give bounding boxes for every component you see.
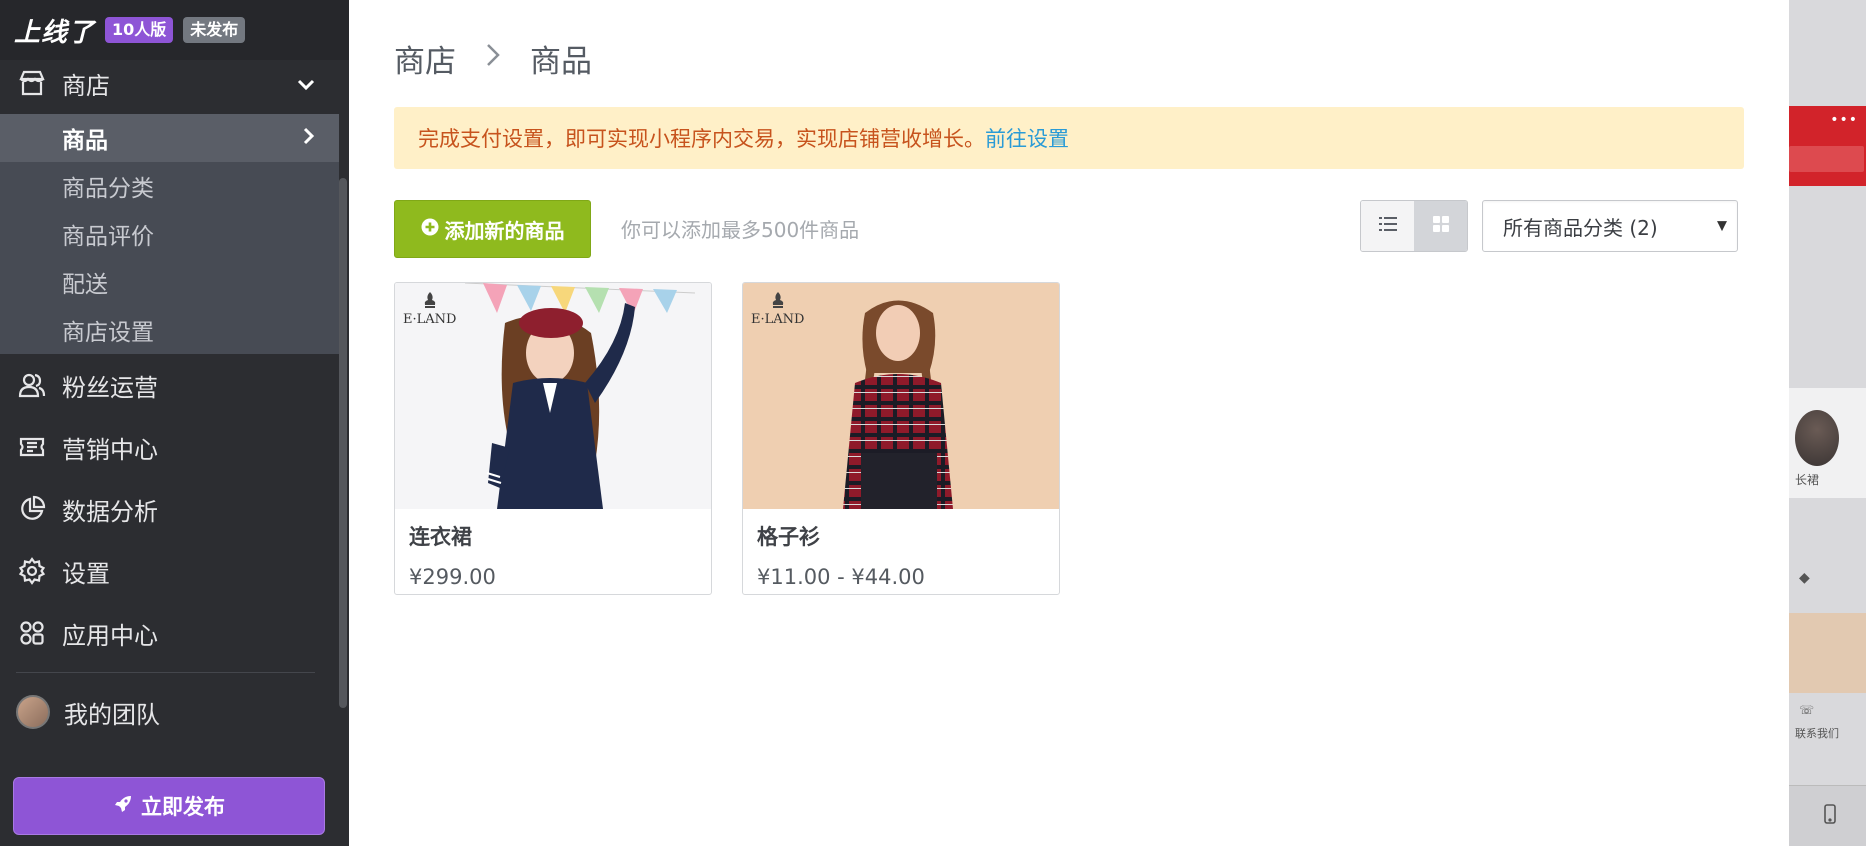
preview-category-thumb (1795, 410, 1839, 466)
sidebar-item-shop[interactable]: 商店 (0, 52, 339, 114)
category-filter-select[interactable]: 所有商品分类 (2) ▼ (1482, 200, 1738, 252)
sidebar-subitem-label: 商店设置 (62, 320, 154, 346)
mobile-icon[interactable] (1824, 804, 1836, 828)
sidebar-item-apps[interactable]: 应用中心 (0, 602, 339, 664)
product-price: ¥11.00 - ¥44.00 (757, 565, 925, 589)
apps-icon (16, 617, 48, 649)
sidebar-menu: 商店 商品 商品分类 商品评价 配送 商店设置 粉丝运营 营销中心 数据分析 设… (0, 52, 339, 743)
avatar (16, 695, 50, 729)
ticket-icon (16, 431, 48, 463)
main-content: 商店 商品 完成支付设置，即可实现小程序内交易，实现店铺营收增长。 前往设置 添… (349, 0, 1789, 846)
product-price: ¥299.00 (409, 565, 496, 589)
product-card[interactable]: E·LAND 格子衫 ¥11.00 - ¥44.00 (742, 282, 1060, 595)
sidebar-item-label: 设置 (62, 559, 110, 588)
sidebar-item-fans[interactable]: 粉丝运营 (0, 354, 339, 416)
category-filter-value: 所有商品分类 (2) (1503, 215, 1658, 240)
sidebar-scrollbar[interactable] (339, 178, 347, 708)
preview-category-label: 长裙 (1795, 473, 1820, 487)
phone-icon: ☏ (1799, 703, 1815, 717)
plan-badge[interactable]: 10人版 (105, 17, 174, 43)
sidebar-item-marketing[interactable]: 营销中心 (0, 416, 339, 478)
chevron-right-icon (486, 43, 500, 74)
sidebar-divider (16, 672, 315, 673)
product-name[interactable]: 连衣裙 (409, 521, 697, 551)
fans-icon (16, 369, 48, 401)
list-icon (1378, 216, 1397, 236)
publish-status-badge: 未发布 (183, 17, 246, 43)
breadcrumb: 商店 商品 (394, 36, 592, 81)
plus-circle-icon (421, 217, 439, 241)
publish-now-button[interactable]: 立即发布 (13, 777, 325, 835)
preview-contact-label: 联系我们 (1795, 727, 1839, 740)
sidebar-item-team[interactable]: 我的团队 (0, 681, 339, 743)
view-mode-toggle (1360, 200, 1468, 252)
list-view-button[interactable] (1361, 201, 1414, 251)
shop-submenu: 商品 商品分类 商品评价 配送 商店设置 (0, 114, 339, 354)
sidebar-item-label: 数据分析 (62, 497, 158, 526)
brand-logo: E·LAND (403, 291, 456, 328)
sidebar-subitem-delivery[interactable]: 配送 (0, 258, 339, 306)
sidebar-subitem-label: 商品分类 (62, 176, 154, 202)
phone-preview-panel: ••• 长裙 ◆ ☏ 联系我们 (1789, 0, 1866, 846)
chevron-down-icon (297, 69, 315, 97)
alert-text: 完成支付设置，即可实现小程序内交易，实现店铺营收增长。 (418, 127, 985, 151)
sidebar: 上线了 10人版 未发布 商店 商品 商品分类 商品评价 配送 商店设置 粉丝运… (0, 0, 349, 846)
sidebar-item-label: 我的团队 (64, 700, 160, 729)
product-grid: E·LAND 连衣裙 ¥299.00 E·LAND 格子衫 ¥11.00 - ¥… (394, 282, 1060, 595)
sidebar-subitem-label: 商品 (62, 128, 108, 154)
product-image[interactable]: E·LAND (395, 283, 711, 509)
more-dots-icon[interactable]: ••• (1830, 112, 1858, 128)
sidebar-item-settings[interactable]: 设置 (0, 540, 339, 602)
brand-logo: E·LAND (751, 291, 804, 328)
sidebar-item-analytics[interactable]: 数据分析 (0, 478, 339, 540)
sidebar-subitem-label: 配送 (62, 272, 108, 298)
grid-view-button[interactable] (1414, 201, 1467, 251)
product-limit-hint: 你可以添加最多500件商品 (621, 218, 860, 242)
preview-search-bar (1789, 146, 1864, 172)
gear-icon (16, 555, 48, 587)
product-card[interactable]: E·LAND 连衣裙 ¥299.00 (394, 282, 712, 595)
publish-now-label: 立即发布 (141, 795, 225, 819)
sidebar-item-label: 应用中心 (62, 621, 158, 650)
payment-setup-alert: 完成支付设置，即可实现小程序内交易，实现店铺营收增长。 前往设置 (394, 107, 1744, 169)
product-image[interactable]: E·LAND (743, 283, 1059, 509)
sidebar-subitem-reviews[interactable]: 商品评价 (0, 210, 339, 258)
grid-icon (1432, 216, 1449, 236)
breadcrumb-item-shop[interactable]: 商店 (394, 36, 456, 81)
pie-chart-icon (16, 493, 48, 525)
sidebar-subitem-products[interactable]: 商品 (0, 114, 339, 162)
rocket-icon (113, 794, 133, 819)
shop-icon (16, 67, 48, 99)
brand-bar: 上线了 10人版 未发布 (0, 0, 349, 60)
add-product-label: 添加新的商品 (444, 218, 565, 243)
chevron-right-icon (303, 125, 315, 151)
breadcrumb-item-products: 商品 (530, 44, 592, 80)
sidebar-item-label: 粉丝运营 (62, 373, 158, 402)
caret-down-icon: ▼ (1717, 218, 1727, 234)
go-to-settings-link[interactable]: 前往设置 (985, 123, 1069, 153)
sidebar-item-label: 营销中心 (62, 435, 158, 464)
product-name[interactable]: 格子衫 (757, 521, 1045, 551)
sidebar-item-label: 商店 (62, 71, 110, 100)
preview-product-thumb (1789, 613, 1866, 693)
preview-footer (1789, 785, 1866, 846)
diamond-icon: ◆ (1799, 570, 1810, 586)
add-product-button[interactable]: 添加新的商品 (394, 200, 591, 258)
sidebar-subitem-shop-settings[interactable]: 商店设置 (0, 306, 339, 354)
sidebar-subitem-categories[interactable]: 商品分类 (0, 162, 339, 210)
app-logo[interactable]: 上线了 (14, 12, 95, 49)
sidebar-subitem-label: 商品评价 (62, 224, 154, 250)
